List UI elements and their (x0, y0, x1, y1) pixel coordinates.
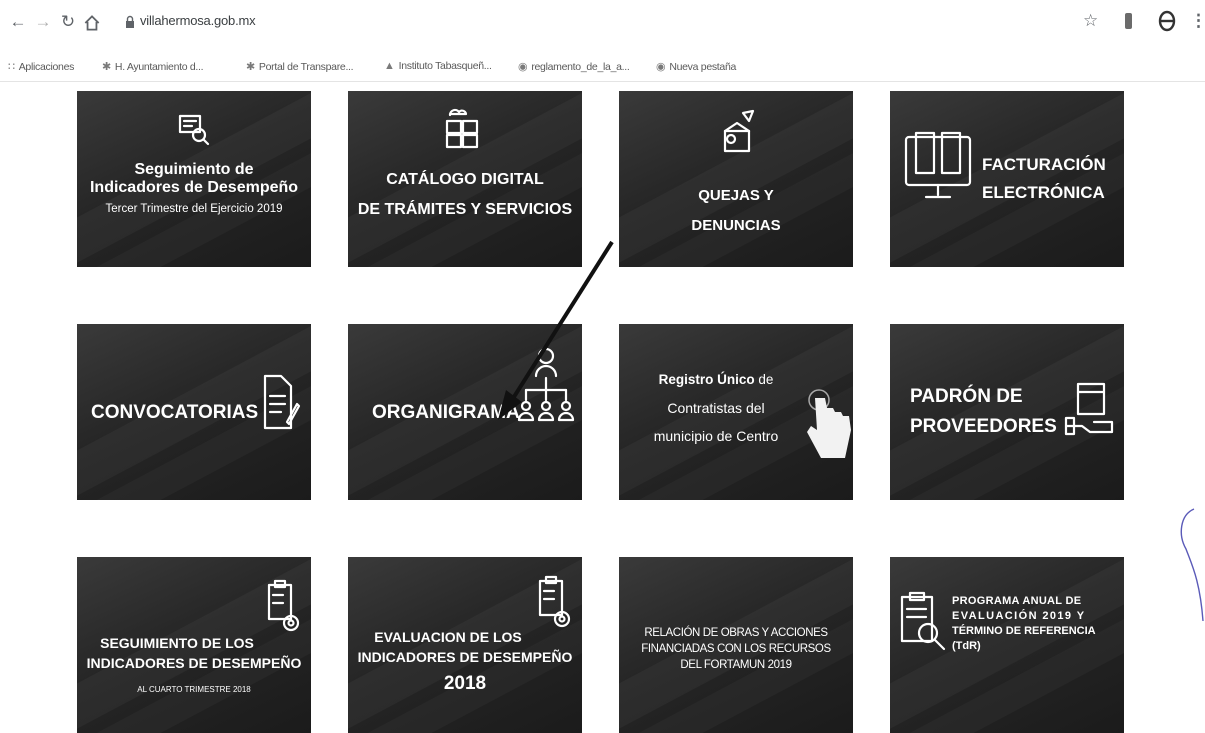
document-pencil-icon (263, 374, 301, 430)
tile-title-year: 2018 (443, 673, 487, 694)
menu-icon[interactable]: ⋮ (1190, 11, 1205, 31)
bookmark-nueva-pestana[interactable]: ◉ Nueva pestaña (656, 60, 736, 73)
tile-title-line2: EVALUACIÓN 2019 Y (952, 610, 1086, 622)
tile-title-line2: DENUNCIAS (691, 217, 781, 234)
tile-title-line2: INDICADORES DE DESEMPEÑO (357, 649, 573, 665)
tile-catalogo-digital[interactable]: CATÁLOGO DIGITAL DE TRÁMITES Y SERVICIOS (348, 91, 582, 267)
forward-icon[interactable]: → (33, 12, 53, 32)
tile-title-line1: PADRÓN DE (910, 386, 1023, 407)
computer-invoice-icon (904, 131, 972, 199)
tile-title-line2: ELECTRÓNICA (982, 183, 1105, 202)
tile-registro-unico[interactable]: Registro Único de Contratistas del munic… (619, 324, 853, 500)
tile-title-line2: Contratistas del (667, 400, 765, 416)
tile-title-line2: PROVEEDORES (910, 416, 1057, 437)
home-icon[interactable] (82, 13, 102, 33)
tile-title-line3: TÉRMINO DE REFERENCIA (952, 625, 1096, 637)
clipboard-gear-icon (267, 579, 300, 632)
tile-programa-anual[interactable]: PROGRAMA ANUAL DE EVALUACIÓN 2019 Y TÉRM… (890, 557, 1124, 733)
tile-quejas-denuncias[interactable]: QUEJAS Y DENUNCIAS (619, 91, 853, 267)
bookmark-reglamento[interactable]: ◉ reglamento_de_la_a... (518, 60, 630, 73)
tile-seguimiento-indicadores-2018[interactable]: SEGUIMIENTO DE LOS INDICADORES DE DESEMP… (77, 557, 311, 733)
tile-title-line4: (TdR) (952, 640, 981, 652)
tile-title-line1: RELACIÓN DE OBRAS Y ACCIONES (644, 627, 828, 639)
tile-subtitle: AL CUARTO TRIMESTRE 2018 (137, 685, 251, 694)
bookmark-portal[interactable]: ✱ Portal de Transpare... (246, 60, 354, 73)
clipboard-magnifier-icon (900, 591, 946, 651)
tile-relacion-obras[interactable]: RELACIÓN DE OBRAS Y ACCIONES FINANCIADAS… (619, 557, 853, 733)
bookmarks-bar: ∷ Aplicaciones ✱ H. Ayuntamiento d... ✱ Por… (0, 55, 1205, 82)
tile-title-line3: municipio de Centro (653, 428, 779, 444)
tile-title-line2: DE TRÁMITES Y SERVICIOS (357, 201, 573, 218)
hand-pointer-icon (807, 389, 851, 458)
instituto-icon: ▲ (384, 60, 395, 72)
magnifier-report-icon (178, 114, 210, 146)
tile-title-line1: CATÁLOGO DIGITAL (386, 171, 544, 188)
tile-title: ORGANIGRAMA (372, 402, 520, 423)
tile-title-line2: Indicadores de Desempeño (89, 179, 299, 196)
bookmark-apps[interactable]: ∷ Aplicaciones (8, 60, 74, 73)
apps-grid-icon: ∷ (8, 61, 15, 73)
documents-cloud-icon (445, 108, 479, 149)
tile-convocatorias[interactable]: CONVOCATORIAS (77, 324, 311, 500)
tile-title-line1: EVALUACION DE LOS (374, 629, 522, 645)
tile-facturacion-electronica[interactable]: FACTURACIÓN ELECTRÓNICA (890, 91, 1124, 267)
tile-title-line1: Seguimiento de (134, 161, 254, 178)
tile-title-line1: PROGRAMA ANUAL DE (952, 595, 1082, 607)
bookmark-ayuntamiento[interactable]: ✱ H. Ayuntamiento d... (102, 60, 204, 73)
address-bar[interactable]: villahermosa.gob.mx (140, 13, 256, 28)
complaint-mailbox-icon (723, 109, 755, 153)
lock-icon[interactable] (123, 15, 137, 29)
globe-icon: ◉ (656, 61, 666, 73)
tile-title-line2: FINANCIADAS CON LOS RECURSOS (641, 643, 831, 655)
bookmark-instituto[interactable]: ▲ Instituto Tabasqueñ... (384, 60, 492, 72)
tile-title-line3: DEL FORTAMUN 2019 (680, 659, 792, 671)
tile-padron-proveedores[interactable]: PADRÓN DE PROVEEDORES (890, 324, 1124, 500)
globe-icon: ◉ (518, 61, 528, 73)
back-icon[interactable]: ← (8, 12, 28, 32)
tile-title-line1: FACTURACIÓN (982, 155, 1106, 174)
browser-toolbar: ← → ↻ villahermosa.gob.mx ☆ ⋮ (0, 0, 1205, 54)
tile-title-line2: INDICADORES DE DESEMPEÑO (86, 655, 302, 671)
extension-icon[interactable] (1125, 13, 1132, 29)
palm-icon: ✱ (102, 61, 111, 73)
profile-icon[interactable] (1157, 10, 1177, 32)
star-icon[interactable]: ☆ (1083, 11, 1098, 31)
reload-icon[interactable]: ↻ (58, 12, 78, 32)
org-chart-icon (517, 347, 575, 422)
tile-title-line1: Registro Único de (658, 372, 774, 387)
tile-organigrama[interactable]: ORGANIGRAMA (348, 324, 582, 500)
pen-mark (1180, 508, 1204, 622)
tile-title-line1: SEGUIMIENTO DE LOS (100, 635, 254, 651)
palm-icon: ✱ (246, 61, 255, 73)
tile-title: CONVOCATORIAS (91, 402, 259, 423)
tile-evaluacion-indicadores[interactable]: EVALUACION DE LOS INDICADORES DE DESEMPE… (348, 557, 582, 733)
tile-seguimiento-indicadores-2019[interactable]: Seguimiento de Indicadores de Desempeño … (77, 91, 311, 267)
tile-title-line1: QUEJAS Y (698, 187, 774, 204)
tile-subtitle: Tercer Trimestre del Ejercicio 2019 (105, 203, 283, 215)
hand-box-icon (1064, 382, 1114, 436)
